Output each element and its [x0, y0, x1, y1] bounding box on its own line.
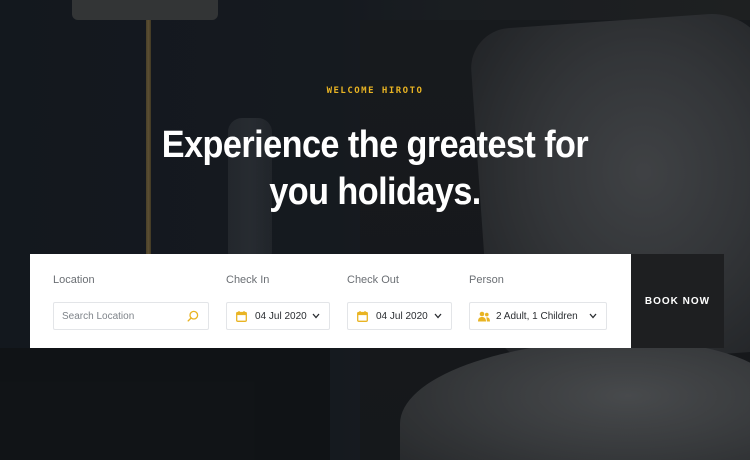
check-out-select[interactable]: 04 Jul 2020: [347, 302, 452, 330]
calendar-icon: [236, 310, 247, 322]
background-overlay: [0, 0, 750, 460]
person-value: 2 Adult, 1 Children: [496, 310, 578, 322]
book-now-button[interactable]: BOOK NOW: [631, 254, 724, 348]
people-icon: [478, 311, 490, 321]
location-input-wrapper: [53, 302, 209, 330]
headline-line-2: you holidays.: [269, 171, 481, 213]
check-in-select[interactable]: 04 Jul 2020: [226, 302, 330, 330]
search-icon[interactable]: [187, 310, 199, 322]
check-out-label: Check Out: [347, 274, 399, 286]
chevron-down-icon: [589, 313, 597, 319]
calendar-icon: [357, 310, 368, 322]
check-in-label: Check In: [226, 274, 270, 286]
check-in-value: 04 Jul 2020: [255, 310, 307, 322]
location-label: Location: [53, 274, 95, 286]
person-select[interactable]: 2 Adult, 1 Children: [469, 302, 607, 330]
headline-line-1: Experience the greatest for: [161, 124, 589, 166]
hero-headline: Experience the greatest for you holidays…: [38, 122, 713, 216]
welcome-text: WELCOME HIROTO: [326, 86, 424, 96]
person-label: Person: [469, 274, 504, 286]
location-search-input[interactable]: [54, 304, 172, 328]
chevron-down-icon: [434, 313, 442, 319]
chevron-down-icon: [312, 313, 320, 319]
hero-section: WELCOME HIROTO Experience the greatest f…: [0, 0, 750, 460]
booking-search-bar: Location Check In 04 Jul 2020 Check O: [30, 254, 724, 348]
check-out-value: 04 Jul 2020: [376, 310, 428, 322]
